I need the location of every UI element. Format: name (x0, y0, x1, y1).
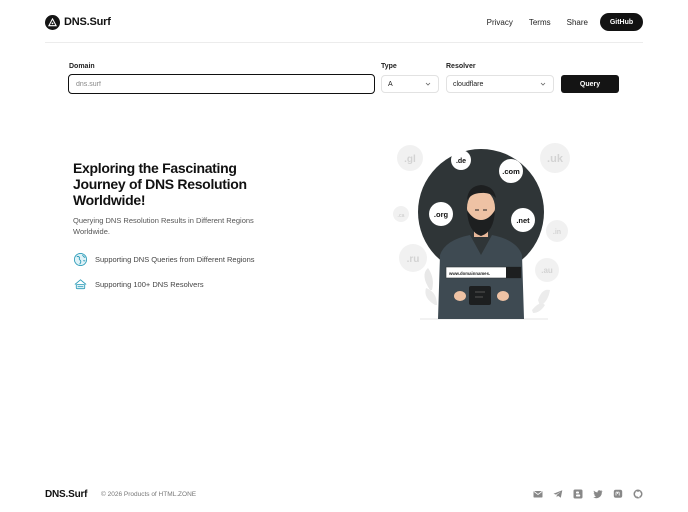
resolver-select[interactable]: cloudflare (446, 75, 554, 93)
faded-au: .au (541, 266, 553, 275)
mail-icon[interactable] (533, 489, 543, 499)
header-divider (45, 42, 643, 43)
type-select[interactable]: A (381, 75, 439, 93)
type-value: A (388, 80, 393, 88)
faded-in: .in (553, 229, 561, 236)
faded-ca: .ca (398, 213, 405, 219)
domain-input[interactable] (68, 74, 375, 94)
github-button[interactable]: GitHub (600, 13, 643, 31)
chevron-down-icon (425, 81, 431, 89)
resolver-value: cloudflare (453, 80, 484, 88)
twitter-icon[interactable] (593, 489, 603, 499)
feature-regions-text: Supporting DNS Queries from Different Re… (95, 255, 255, 264)
type-label: Type (381, 63, 397, 70)
top-nav: Privacy Terms Share GitHub (471, 13, 643, 31)
hero-subtitle: Querying DNS Resolution Results in Diffe… (73, 216, 254, 236)
hero-title: Exploring the Fascinating Journey of DNS… (73, 160, 247, 208)
blogger-icon[interactable] (573, 489, 583, 499)
faded-uk: .uk (547, 153, 564, 165)
logo-icon (45, 14, 60, 30)
card-text: www.domainnames. (448, 271, 490, 276)
logo-text: DNS.Surf (64, 16, 111, 28)
nav-share[interactable]: Share (567, 18, 588, 27)
feature-resolvers-text: Supporting 100+ DNS Resolvers (95, 280, 204, 289)
resolver-label: Resolver (446, 63, 476, 70)
logo[interactable]: DNS.Surf (45, 14, 111, 30)
feature-regions: Supporting DNS Queries from Different Re… (73, 252, 255, 267)
bubble-org: .org (434, 210, 449, 219)
query-button[interactable]: Query (561, 75, 619, 93)
header: DNS.Surf Privacy Terms Share GitHub (45, 10, 643, 34)
faded-gl: .gl (404, 154, 416, 165)
copyright: © 2026 Products of HTML.ZONE (101, 491, 197, 498)
domain-label: Domain (69, 63, 95, 70)
globe-icon (73, 252, 88, 267)
mastodon-icon[interactable] (613, 489, 623, 499)
social-links (533, 489, 643, 499)
bubble-com: .com (502, 167, 520, 176)
nav-terms[interactable]: Terms (529, 18, 551, 27)
footer-logo[interactable]: DNS.Surf (45, 489, 87, 500)
bubble-de: .de (456, 158, 466, 165)
bubble-net: .net (516, 216, 530, 225)
nav-privacy[interactable]: Privacy (487, 18, 513, 27)
hero-illustration: .gl .uk .ca .in .ru .au www.domainnames. (390, 140, 580, 322)
telegram-icon[interactable] (553, 489, 563, 499)
faded-ru: .ru (407, 254, 420, 265)
github-icon[interactable] (633, 489, 643, 499)
chevron-down-icon (540, 81, 546, 89)
feature-resolvers: Supporting 100+ DNS Resolvers (73, 277, 204, 292)
server-icon (73, 277, 88, 292)
